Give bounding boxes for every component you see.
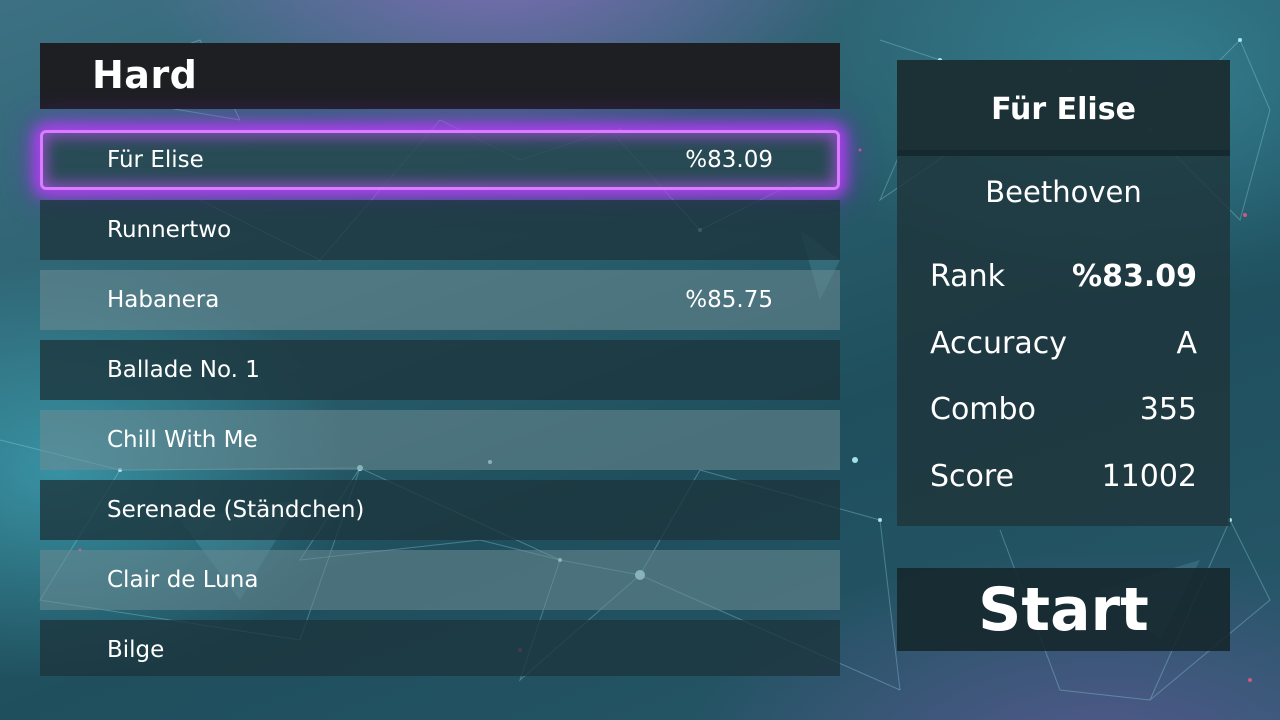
song-name: Habanera <box>107 287 220 313</box>
combo-label: Combo <box>930 392 1036 427</box>
difficulty-header: Hard <box>40 43 840 109</box>
song-row-ballade-no-1[interactable]: Ballade No. 1 <box>40 340 840 400</box>
song-percent: %83.09 <box>685 147 773 173</box>
song-list-panel: Hard Für Elise %83.09 Runnertwo Habanera… <box>40 43 840 676</box>
song-percent: %85.75 <box>685 287 773 313</box>
song-info-panel: Für Elise Beethoven Rank %83.09 Accuracy… <box>897 60 1230 526</box>
info-composer: Beethoven <box>985 175 1142 209</box>
combo-value: 355 <box>1139 392 1197 427</box>
song-row-fur-elise[interactable]: Für Elise %83.09 <box>40 130 840 190</box>
score-label: Score <box>930 459 1015 494</box>
song-name: Clair de Luna <box>107 567 259 593</box>
song-name: Runnertwo <box>107 217 232 243</box>
song-name: Für Elise <box>107 147 204 173</box>
song-row-habanera[interactable]: Habanera %85.75 <box>40 270 840 330</box>
start-button[interactable]: Start <box>897 568 1230 651</box>
start-label: Start <box>978 575 1149 645</box>
song-row-serenade[interactable]: Serenade (Ständchen) <box>40 480 840 540</box>
song-row-clair-de-luna[interactable]: Clair de Luna <box>40 550 840 610</box>
song-row-bilge[interactable]: Bilge <box>40 620 840 676</box>
accuracy-value: A <box>1176 326 1197 361</box>
score-value: 11002 <box>1101 459 1197 494</box>
song-name: Serenade (Ständchen) <box>107 497 365 523</box>
difficulty-title: Hard <box>92 53 198 97</box>
rank-label: Rank <box>930 259 1005 294</box>
song-row-chill-with-me[interactable]: Chill With Me <box>40 410 840 470</box>
song-name: Bilge <box>107 637 165 663</box>
song-name: Ballade No. 1 <box>107 357 260 383</box>
info-title-box: Für Elise <box>897 60 1230 156</box>
song-name: Chill With Me <box>107 427 258 453</box>
info-song-title: Für Elise <box>991 92 1136 127</box>
accuracy-label: Accuracy <box>930 326 1067 361</box>
song-row-runnertwo[interactable]: Runnertwo <box>40 200 840 260</box>
rank-value: %83.09 <box>1072 259 1197 294</box>
